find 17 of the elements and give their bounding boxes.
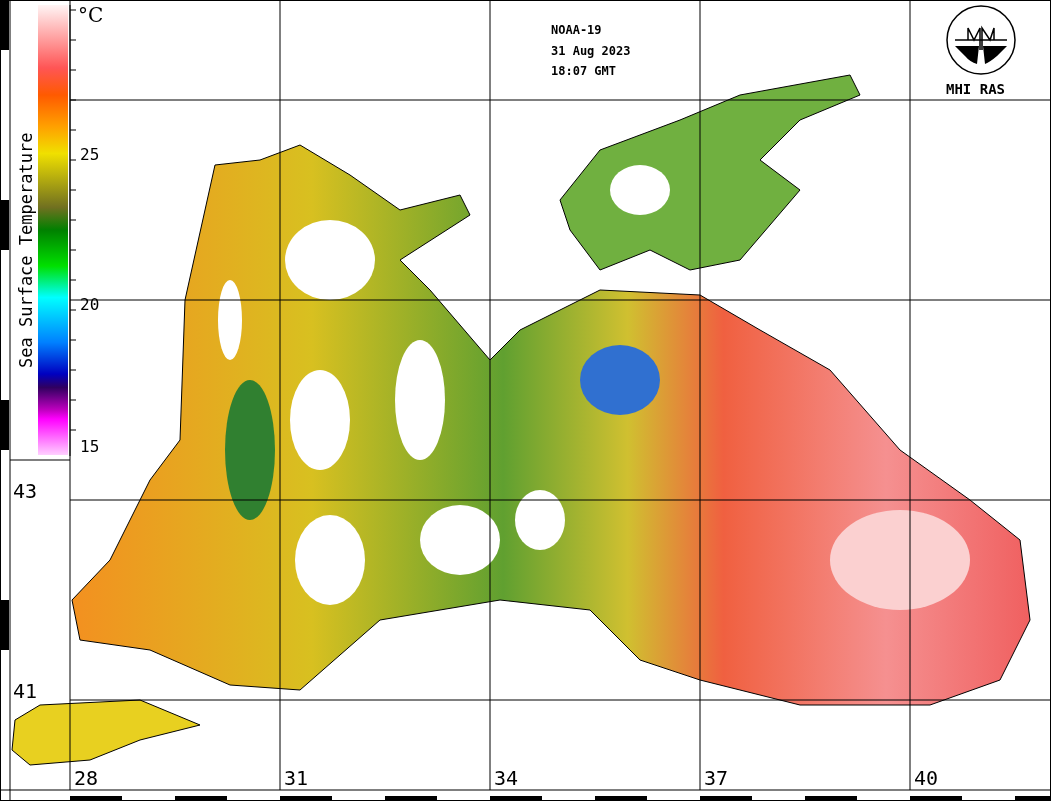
scale-tick-label: 20 (80, 295, 100, 314)
satellite-name: NOAA-19 (551, 23, 602, 37)
time-label: 18:07 GMT (551, 64, 617, 78)
longitude-label: 31 (284, 766, 309, 790)
latitude-label: 43 (13, 479, 38, 503)
logo-label: MHI RAS (946, 81, 1005, 97)
unit-label: °C (78, 3, 104, 27)
longitude-label: 37 (704, 766, 729, 790)
longitude-label: 28 (74, 766, 99, 790)
longitude-label: 40 (914, 766, 939, 790)
latitude-label: 41 (13, 679, 38, 703)
scale-tick-label: 15 (80, 437, 100, 456)
institute-logo-icon (946, 5, 1016, 75)
legend-title: Sea Surface Temperature (16, 132, 36, 368)
date-label: 31 Aug 2023 (551, 44, 631, 58)
longitude-label: 34 (494, 766, 519, 790)
scale-tick-label: 25 (80, 145, 100, 164)
